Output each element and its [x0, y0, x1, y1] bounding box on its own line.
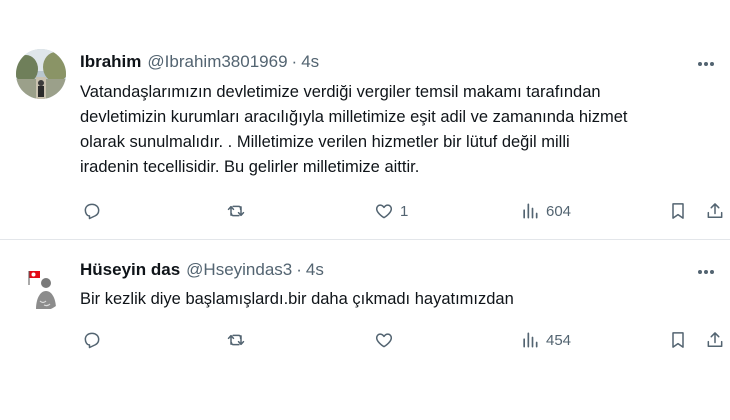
tweet-text-line: devletimizin kurumları aracılığıyla mill… — [80, 108, 628, 126]
share-icon — [707, 332, 723, 347]
views-button[interactable]: 604 — [520, 199, 571, 223]
tweet-text-line: Vatandaşlarımızın devletimize verdiği ve… — [80, 83, 601, 101]
action-bar: 1 604 — [80, 199, 725, 223]
avatar-photo — [16, 261, 66, 311]
reply-button[interactable] — [82, 328, 102, 352]
views-count: 454 — [546, 331, 572, 349]
separator-dot: · — [291, 52, 298, 71]
tweet-text-line: olarak sunulmalıdır. . Milletimize veril… — [80, 133, 570, 151]
tweet-header: Ibrahim @Ibrahim3801969 · 4s — [80, 50, 319, 74]
timestamp[interactable]: 4s — [301, 52, 319, 72]
tweet-header: Hüseyin das @Hseyindas3 · 4s — [80, 258, 324, 282]
tweet-text-line: iradenin tecellisidir. Bu gelirler mille… — [80, 158, 420, 176]
bookmark-button[interactable] — [668, 199, 688, 223]
retweet-button[interactable] — [226, 199, 246, 223]
share-button[interactable] — [705, 199, 725, 223]
more-button[interactable] — [692, 262, 720, 282]
retweet-icon — [227, 205, 245, 217]
timestamp[interactable]: 4s — [306, 260, 324, 280]
views-icon — [523, 332, 538, 348]
author-name[interactable]: Hüseyin das — [80, 260, 180, 280]
more-icon — [698, 270, 714, 274]
tweet-text-line: Bir kezlik diye başlamışlardı.bir daha ç… — [80, 290, 514, 308]
author-handle[interactable]: @Hseyindas3 — [186, 260, 292, 280]
like-count: 1 — [400, 202, 409, 220]
views-icon — [523, 203, 538, 219]
more-button[interactable] — [692, 54, 720, 74]
retweet-button[interactable] — [226, 328, 246, 352]
bookmark-button[interactable] — [668, 328, 688, 352]
bookmark-icon — [672, 203, 684, 219]
action-bar: 454 — [80, 328, 725, 352]
separator-dot: · — [296, 260, 302, 279]
views-button[interactable]: 454 — [520, 328, 571, 352]
share-icon — [707, 203, 723, 218]
tweet-text: Bir kezlik diye başlamışlardı.bir daha ç… — [80, 287, 720, 312]
reply-icon — [84, 332, 100, 349]
reply-icon — [84, 203, 100, 220]
views-count: 604 — [546, 202, 572, 220]
author-name[interactable]: Ibrahim — [80, 52, 141, 72]
like-button[interactable]: 1 — [374, 199, 408, 223]
author-handle[interactable]: @Ibrahim3801969 — [147, 52, 287, 72]
like-icon — [375, 204, 393, 219]
share-button[interactable] — [705, 328, 725, 352]
avatar[interactable] — [16, 49, 66, 99]
like-button[interactable] — [374, 328, 400, 352]
avatar-photo — [16, 49, 66, 99]
tweet-1[interactable]: Ibrahim @Ibrahim3801969 · 4s Vatandaşlar… — [0, 0, 730, 240]
like-icon — [375, 333, 393, 348]
retweet-icon — [227, 334, 245, 346]
tweet-text: Vatandaşlarımızın devletimize verdiği ve… — [80, 80, 720, 180]
bookmark-icon — [672, 332, 684, 348]
reply-button[interactable] — [82, 199, 102, 223]
more-icon — [698, 62, 714, 66]
avatar[interactable] — [16, 261, 66, 311]
